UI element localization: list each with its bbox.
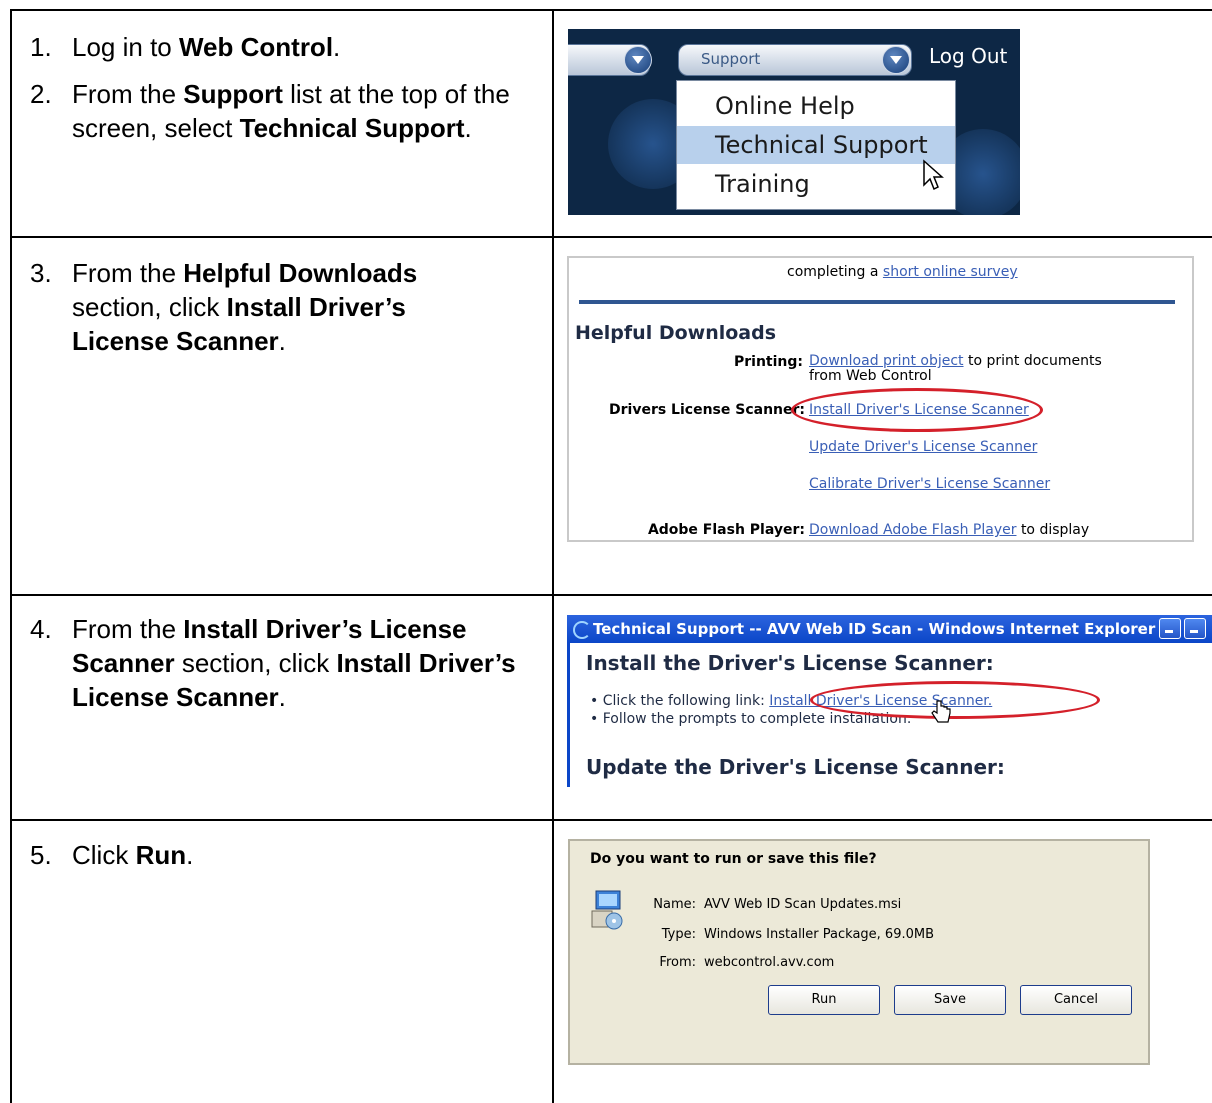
mouse-cursor-icon <box>923 159 944 191</box>
calibrate-scanner-link[interactable]: Calibrate Driver's License Scanner <box>809 476 1050 492</box>
table-row-divider <box>10 236 1212 238</box>
chevron-down-icon[interactable] <box>624 46 652 74</box>
table-row-divider <box>10 594 1212 596</box>
run-button[interactable]: Run <box>768 985 880 1015</box>
helpful-downloads-screenshot: completing a short online survey Helpful… <box>567 256 1194 542</box>
ie-titlebar: Technical Support -- AVV Web ID Scan - W… <box>567 615 1212 643</box>
update-scanner-link[interactable]: Update Driver's License Scanner <box>809 439 1037 455</box>
table-column-divider <box>552 9 554 1103</box>
support-dropdown[interactable]: Support <box>678 44 912 76</box>
cancel-button[interactable]: Cancel <box>1020 985 1132 1015</box>
dialog-question: Do you want to run or save this file? <box>590 851 877 867</box>
logout-link[interactable]: Log Out <box>929 44 1007 68</box>
ie-window-screenshot: Technical Support -- AVV Web ID Scan - W… <box>567 615 1212 787</box>
menu-item-online-help[interactable]: Online Help <box>677 87 955 125</box>
chevron-down-icon[interactable] <box>882 46 910 74</box>
support-menu-screenshot: Support Log Out Online Help Technical Su… <box>568 29 1020 215</box>
ie-logo-icon <box>573 621 591 639</box>
section-divider <box>579 300 1175 304</box>
survey-link[interactable]: short online survey <box>883 264 1018 280</box>
support-menu: Online Help Technical Support Training <box>676 80 956 210</box>
highlight-oval <box>810 681 1100 719</box>
file-type-value: Windows Installer Package, 69.0MB <box>704 927 935 942</box>
file-name-value: AVV Web ID Scan Updates.msi <box>704 897 902 912</box>
minimize-icon[interactable] <box>1159 618 1181 639</box>
highlight-oval <box>791 388 1043 432</box>
hand-cursor-icon <box>931 700 951 723</box>
table-row-divider <box>10 819 1212 821</box>
installer-package-icon <box>591 890 623 930</box>
save-button[interactable]: Save <box>894 985 1006 1015</box>
download-print-object-link[interactable]: Download print object <box>809 353 964 369</box>
menu-item-technical-support[interactable]: Technical Support <box>677 126 955 164</box>
maximize-icon[interactable] <box>1184 618 1206 639</box>
helpful-downloads-heading: Helpful Downloads <box>575 322 777 344</box>
menu-item-training[interactable]: Training <box>677 165 955 203</box>
download-flash-link[interactable]: Download Adobe Flash Player <box>809 522 1016 538</box>
file-download-dialog: Do you want to run or save this file? Na… <box>568 839 1150 1065</box>
update-heading: Update the Driver's License Scanner: <box>586 755 1005 779</box>
install-heading: Install the Driver's License Scanner: <box>586 651 994 675</box>
file-source-value: webcontrol.avv.com <box>704 955 835 970</box>
